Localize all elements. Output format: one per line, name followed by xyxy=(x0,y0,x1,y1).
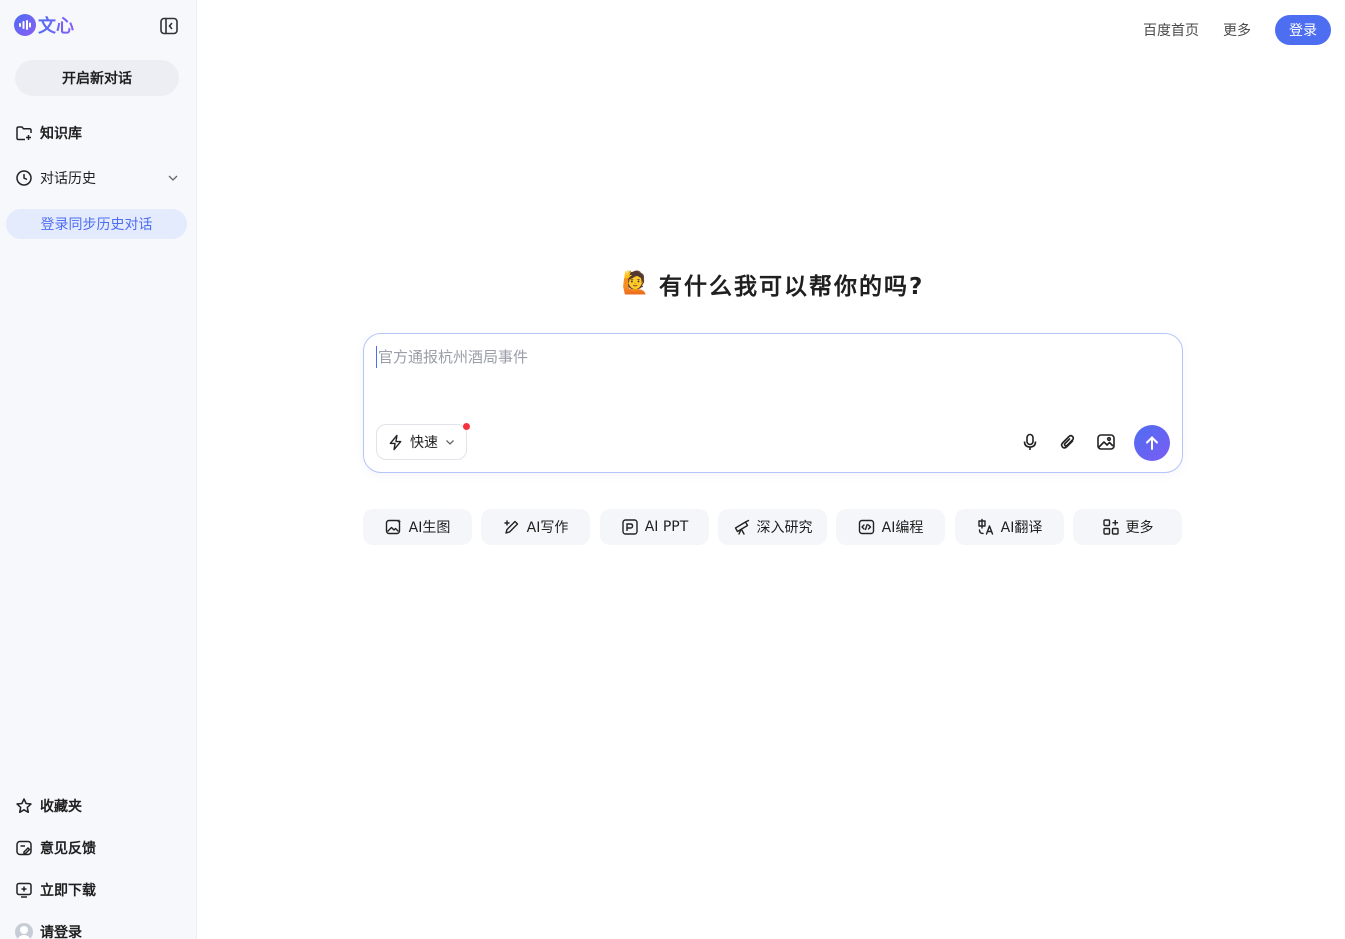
skill-ai-coding[interactable]: AI编程 xyxy=(836,509,945,545)
avatar-wrap xyxy=(14,923,33,939)
login-button[interactable]: 登录 xyxy=(1275,15,1331,45)
telescope-icon xyxy=(733,518,751,536)
skill-label: AI翻译 xyxy=(1000,520,1043,536)
chat-input[interactable] xyxy=(376,346,1166,368)
skill-label: AI写作 xyxy=(526,520,569,536)
skill-bar: AI生图 AI写作 AI PPT 深入研究 AI编程 AI翻译 更多 xyxy=(363,509,1183,545)
greeting: 🙋 有什么我可以帮你的吗? xyxy=(363,268,1183,301)
download-monitor-icon xyxy=(14,881,33,900)
feedback-icon xyxy=(14,839,33,858)
sidebar-item-label: 立即下载 xyxy=(40,883,96,899)
brand-logo[interactable]: 文心 xyxy=(14,13,74,37)
skill-ai-image[interactable]: AI生图 xyxy=(363,509,472,545)
sidebar-item-knowledge[interactable]: 知识库 xyxy=(14,121,184,145)
wenxin-logo-icon xyxy=(14,14,36,36)
paperclip-icon xyxy=(1060,434,1075,449)
sidebar-item-label: 收藏夹 xyxy=(40,799,82,815)
mode-label: 快速 xyxy=(410,435,438,451)
microphone-icon xyxy=(1023,433,1037,450)
sync-history-login-button[interactable]: 登录同步历史对话 xyxy=(6,209,187,239)
attach-file-button[interactable] xyxy=(1057,431,1079,453)
sidebar-item-login[interactable]: 请登录 xyxy=(14,920,184,939)
pen-icon xyxy=(503,518,521,536)
avatar xyxy=(14,923,33,939)
sidebar-item-label: 对话历史 xyxy=(40,171,96,187)
app-root: 文心 开启新对话 知识库 对话历史 登录同步历史对话 收藏夹 意见反馈 立即下载… xyxy=(0,0,1345,939)
voice-input-button[interactable] xyxy=(1019,431,1041,453)
code-icon xyxy=(858,518,876,536)
sidebar-item-label: 意见反馈 xyxy=(40,841,96,857)
skill-label: AI生图 xyxy=(408,520,451,536)
upload-image-button[interactable] xyxy=(1095,431,1117,453)
collapse-sidebar-button[interactable] xyxy=(158,15,179,36)
ppt-icon xyxy=(621,518,639,536)
greeting-emoji: 🙋 xyxy=(621,271,650,296)
skill-ai-translate[interactable]: AI翻译 xyxy=(955,509,1064,545)
baidu-home-link[interactable]: 百度首页 xyxy=(1143,20,1199,40)
skill-label: 更多 xyxy=(1125,520,1154,536)
grid-icon xyxy=(1102,518,1120,536)
skill-ai-ppt[interactable]: AI PPT xyxy=(600,509,709,545)
mode-select-button[interactable]: 快速 xyxy=(376,423,470,460)
brand-name: 文心 xyxy=(38,12,74,38)
skill-ai-writing[interactable]: AI写作 xyxy=(481,509,590,545)
greeting-text: 有什么我可以帮你的吗? xyxy=(659,274,925,300)
folder-icon xyxy=(14,124,33,143)
sidebar: 文心 开启新对话 知识库 对话历史 登录同步历史对话 收藏夹 意见反馈 立即下载… xyxy=(0,0,197,939)
sidebar-item-favorites[interactable]: 收藏夹 xyxy=(14,794,184,818)
chevron-down-icon[interactable] xyxy=(166,171,180,189)
skill-label: 深入研究 xyxy=(756,520,813,536)
chat-input-box: 快速 xyxy=(363,333,1183,473)
sidebar-item-download[interactable]: 立即下载 xyxy=(14,878,184,902)
skill-deep-research[interactable]: 深入研究 xyxy=(718,509,827,545)
arrow-up-icon xyxy=(1146,436,1158,450)
sidebar-item-feedback[interactable]: 意见反馈 xyxy=(14,836,184,860)
skill-more[interactable]: 更多 xyxy=(1073,509,1182,545)
image-gen-icon xyxy=(385,518,403,536)
skill-label: AI编程 xyxy=(881,520,924,536)
sidebar-collapse-icon xyxy=(159,17,178,34)
more-link[interactable]: 更多 xyxy=(1223,20,1251,40)
image-icon xyxy=(1097,434,1115,450)
sidebar-item-label: 知识库 xyxy=(40,126,82,142)
top-navigation: 百度首页 更多 登录 xyxy=(1143,15,1331,45)
sidebar-item-label: 请登录 xyxy=(40,925,82,939)
star-icon xyxy=(14,797,33,816)
sidebar-item-history[interactable]: 对话历史 xyxy=(14,166,184,190)
clock-icon xyxy=(14,169,33,188)
lightning-icon xyxy=(389,434,402,450)
skill-label: AI PPT xyxy=(644,519,689,535)
notification-dot xyxy=(463,423,470,430)
chevron-down-icon xyxy=(446,440,454,445)
new-chat-button[interactable]: 开启新对话 xyxy=(15,60,179,96)
send-button[interactable] xyxy=(1134,425,1170,461)
translate-icon xyxy=(977,518,995,536)
